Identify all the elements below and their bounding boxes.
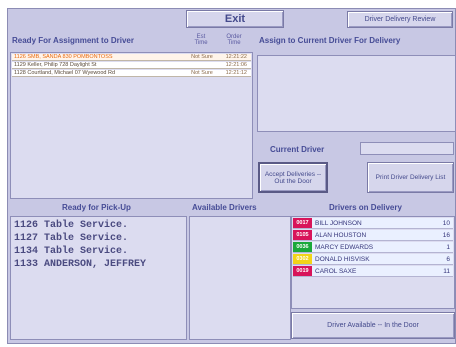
assignment-row-name: 1129 Keller, Philip 728 Daylight St [14, 62, 97, 68]
driver-name: CAROL SAXE [312, 266, 431, 276]
driver-code: 0302 [293, 254, 312, 264]
pickup-title: Ready for Pick-Up [62, 203, 131, 212]
assignment-row-est [188, 62, 216, 68]
assignment-row-time: 12:21:22 [225, 54, 247, 60]
driver-count: 16 [431, 230, 453, 240]
assignment-row-time: 12:21:06 [225, 62, 247, 68]
driver-row[interactable]: 0036 MARCY EDWARDS 1 [293, 242, 453, 253]
assign-current-title: Assign to Current Driver For Delivery [259, 36, 401, 45]
driver-available-button[interactable]: Driver Available -- In the Door [291, 312, 455, 339]
driver-row[interactable]: 0019 CAROL SAXE 11 [293, 266, 453, 277]
available-drivers-title: Available Drivers [192, 203, 257, 212]
pickup-item[interactable]: 1126 Table Service. [14, 219, 186, 232]
driver-code: 0036 [293, 242, 312, 252]
ready-assignment-list[interactable]: 1126 SMB, SANDA 830 POMBONTOSS Not Sure 12… [10, 52, 253, 199]
assignment-row-time: 12:21:12 [225, 70, 247, 76]
driver-row[interactable]: 0105 ALAN HOUSTON 16 [293, 230, 453, 241]
driver-count: 11 [431, 266, 453, 276]
drivers-on-delivery-title: Drivers on Delivery [329, 203, 402, 212]
driver-delivery-review-label: Driver Delivery Review [364, 16, 436, 23]
driver-count: 10 [431, 218, 453, 228]
driver-code: 0105 [293, 230, 312, 240]
assignment-row[interactable]: 1129 Keller, Philip 728 Daylight St 12:21… [12, 62, 251, 69]
driver-delivery-review-button[interactable]: Driver Delivery Review [347, 11, 453, 28]
driver-code: 0017 [293, 218, 312, 228]
available-drivers-list[interactable] [189, 216, 291, 340]
assignment-row-est: Not Sure [191, 54, 213, 60]
pickup-list[interactable]: 1126 Table Service. 1127 Table Service. 11… [10, 216, 187, 340]
driver-name: MARCY EDWARDS [312, 242, 431, 252]
driver-count: 1 [431, 242, 453, 252]
order-time-header: Order Time [226, 34, 242, 46]
est-time-header: Est Time [194, 34, 208, 46]
assignment-row-name: 1126 SMB, SANDA 830 POMBONTOSS [14, 54, 113, 60]
assignment-row-name: 1128 Courtland, Michael 07 Wyewood Rd [14, 70, 116, 76]
app-window: Exit Driver Delivery Review Ready For As… [7, 8, 456, 344]
print-driver-list-button[interactable]: Print Driver Delivery List [367, 162, 454, 193]
driver-count: 6 [431, 254, 453, 264]
driver-name: DONALD HISVISK [312, 254, 431, 264]
driver-code: 0019 [293, 266, 312, 276]
current-driver-field[interactable] [360, 142, 454, 155]
exit-label: Exit [224, 13, 246, 25]
pickup-item[interactable]: 1127 Table Service. [14, 232, 186, 245]
ready-assignment-title: Ready For Assignment to Driver [12, 36, 134, 45]
assignment-row[interactable]: 1128 Courtland, Michael 07 Wyewood Rd Not… [12, 70, 251, 77]
assignment-row[interactable]: 1126 SMB, SANDA 830 POMBONTOSS Not Sure 12… [12, 54, 251, 61]
accept-deliveries-label: Accept Deliveries -- Out the Door [264, 170, 322, 185]
pickup-item[interactable]: 1134 Table Service. [14, 245, 186, 258]
assign-current-list[interactable] [257, 55, 456, 132]
assignment-row-est: Not Sure [191, 70, 213, 76]
driver-row[interactable]: 0017 BILL JOHNSON 10 [293, 218, 453, 229]
pickup-item[interactable]: 1133 ANDERSON, JEFFREY [14, 258, 186, 271]
drivers-on-delivery-list[interactable]: 0017 BILL JOHNSON 10 0105 ALAN HOUSTON 16 0036… [291, 216, 455, 309]
driver-available-label: Driver Available -- In the Door [327, 322, 419, 329]
current-driver-label: Current Driver [270, 145, 325, 154]
exit-button[interactable]: Exit [186, 10, 284, 28]
print-driver-list-label: Print Driver Delivery List [375, 174, 446, 181]
accept-deliveries-button[interactable]: Accept Deliveries -- Out the Door [258, 162, 328, 193]
driver-name: ALAN HOUSTON [312, 230, 431, 240]
driver-row[interactable]: 0302 DONALD HISVISK 6 [293, 254, 453, 265]
driver-name: BILL JOHNSON [312, 218, 431, 228]
